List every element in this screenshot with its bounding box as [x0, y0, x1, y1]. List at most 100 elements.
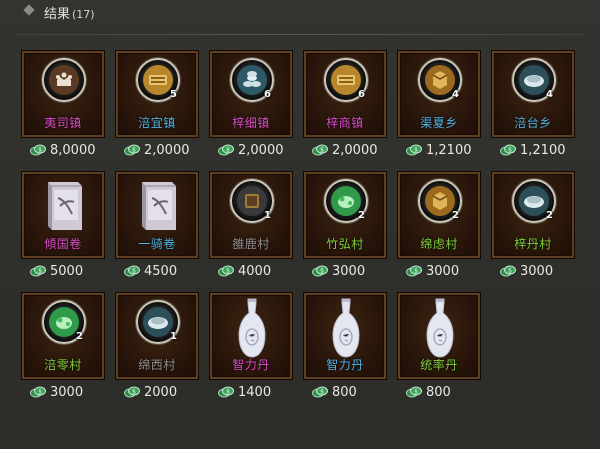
coin-icon: $	[30, 144, 46, 156]
coin-icon: $	[218, 386, 234, 398]
item-icon-frame: 2	[324, 179, 368, 223]
results-panel: 结果 (17) 夷司镇 $8,0000 5 涪宜镇 $2,0000 6 梓细镇 $2,0000 6…	[0, 0, 600, 449]
svg-text:$: $	[132, 147, 136, 154]
item-quantity: 4	[452, 89, 459, 100]
item-quantity: 2	[546, 210, 553, 221]
item-tile[interactable]: 智力丹	[210, 293, 292, 379]
svg-text:$: $	[320, 389, 324, 396]
item-tile[interactable]: 2 绵虑村	[398, 172, 480, 258]
item-tile[interactable]: 4 涪台乡	[492, 51, 574, 137]
item-price-value: 800	[426, 385, 451, 400]
coin-icon: $	[124, 386, 140, 398]
item-tile[interactable]: 一骑卷	[116, 172, 198, 258]
item-tile[interactable]: 统率丹	[398, 293, 480, 379]
item-name: 绵虑村	[420, 237, 458, 251]
item-quantity: 1	[264, 210, 271, 221]
coin-icon: $	[312, 265, 328, 277]
svg-text:$: $	[508, 147, 512, 154]
coin-icon: $	[30, 386, 46, 398]
item-icon-frame: 6	[230, 58, 274, 102]
item-tile[interactable]: 6 梓商镇	[304, 51, 386, 137]
item-name: 夷司镇	[44, 116, 82, 130]
svg-text:$: $	[132, 268, 136, 275]
results-title-text: 结果	[44, 7, 71, 22]
svg-text:$: $	[320, 268, 324, 275]
item-tile[interactable]: 5 涪宜镇	[116, 51, 198, 137]
item-price-value: 4000	[238, 264, 272, 279]
item-tile[interactable]: 傾国卷	[22, 172, 104, 258]
item-price-value: 5000	[50, 264, 84, 279]
svg-text:$: $	[38, 389, 42, 396]
item-quantity: 6	[264, 89, 271, 100]
svg-text:$: $	[414, 389, 418, 396]
coin-icon: $	[30, 265, 46, 277]
item-quantity: 6	[358, 89, 365, 100]
svg-text:$: $	[132, 389, 136, 396]
item-name: 涪宜镇	[138, 116, 176, 130]
coin-icon: $	[406, 144, 422, 156]
item-price-value: 3000	[520, 264, 554, 279]
item-name: 绵西村	[138, 358, 176, 372]
svg-text:$: $	[508, 268, 512, 275]
coin-icon: $	[124, 144, 140, 156]
porcelain-vase-icon	[331, 297, 361, 363]
item-tile[interactable]: 4 渠夏乡	[398, 51, 480, 137]
item-icon-frame: 2	[418, 179, 462, 223]
coin-icon: $	[124, 265, 140, 277]
svg-text:$: $	[38, 147, 42, 154]
item-name: 智力丹	[326, 358, 364, 372]
item-quantity: 2	[452, 210, 459, 221]
svg-text:$: $	[320, 147, 324, 154]
results-header: 结果 (17)	[0, 0, 600, 28]
item-name: 梓商镇	[326, 116, 364, 130]
coin-icon: $	[500, 144, 516, 156]
results-title: 结果 (17)	[44, 3, 95, 22]
item-price-value: 800	[332, 385, 357, 400]
item-tile[interactable]: 智力丹	[304, 293, 386, 379]
coin-icon: $	[312, 386, 328, 398]
item-tile[interactable]: 2 梓丹村	[492, 172, 574, 258]
item-icon-frame: 2	[512, 179, 556, 223]
item-name: 渠夏乡	[420, 116, 458, 130]
item-price-value: 3000	[50, 385, 84, 400]
item-quantity: 5	[170, 89, 177, 100]
item-tile[interactable]: 1 绵西村	[116, 293, 198, 379]
svg-text:$: $	[226, 389, 230, 396]
item-name: 统率丹	[420, 358, 458, 372]
item-name: 梓丹村	[514, 237, 552, 251]
scroll-book-icon	[42, 178, 86, 236]
item-price-value: 1,2100	[520, 143, 566, 158]
coin-icon: $	[406, 265, 422, 277]
header-divider	[14, 34, 586, 35]
coin-icon: $	[500, 265, 516, 277]
item-price-value: 1400	[238, 385, 272, 400]
coin-icon: $	[218, 144, 234, 156]
svg-text:$: $	[226, 268, 230, 275]
item-name: 竹弘村	[326, 237, 364, 251]
item-tile[interactable]: 夷司镇	[22, 51, 104, 137]
scroll-book-icon	[136, 178, 180, 236]
coin-icon: $	[218, 265, 234, 277]
item-price-value: 2,0000	[332, 143, 378, 158]
item-icon-frame: 4	[512, 58, 556, 102]
item-name: 傾国卷	[44, 237, 82, 251]
item-price-value: 2,0000	[238, 143, 284, 158]
item-icon-frame: 5	[136, 58, 180, 102]
item-icon-frame: 2	[42, 300, 86, 344]
item-quantity: 4	[546, 89, 553, 100]
item-price-value: 2,0000	[144, 143, 190, 158]
porcelain-vase-icon	[237, 297, 267, 363]
item-icon-frame: 1	[136, 300, 180, 344]
item-price-value: 8,0000	[50, 143, 96, 158]
item-quantity: 1	[170, 331, 177, 342]
item-tile[interactable]: 6 梓细镇	[210, 51, 292, 137]
item-tile[interactable]: 1 雒鹿村	[210, 172, 292, 258]
item-tile[interactable]: 2 涪零村	[22, 293, 104, 379]
coin-icon: $	[406, 386, 422, 398]
item-name: 雒鹿村	[232, 237, 270, 251]
item-tile[interactable]: 2 竹弘村	[304, 172, 386, 258]
item-price-value: 3000	[332, 264, 366, 279]
item-price-value: 2000	[144, 385, 178, 400]
svg-text:$: $	[414, 268, 418, 275]
item-icon-frame: 4	[418, 58, 462, 102]
